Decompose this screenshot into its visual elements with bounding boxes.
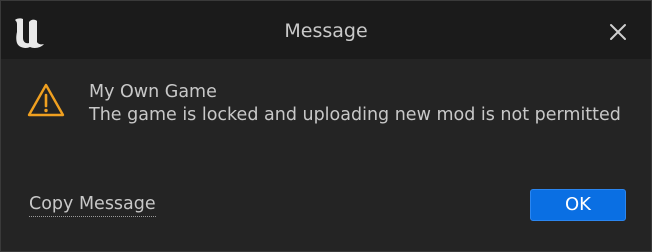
title-bar: Message: [1, 1, 651, 59]
message-text: The game is locked and uploading new mod…: [89, 105, 621, 125]
close-icon: [610, 24, 626, 40]
message-dialog: Message My Own Game The game is locked a…: [0, 0, 652, 252]
warning-icon: [27, 83, 65, 117]
window-title: Message: [284, 20, 368, 42]
copy-message-link[interactable]: Copy Message: [29, 193, 156, 217]
message-heading: My Own Game: [89, 82, 217, 102]
close-button[interactable]: [604, 18, 632, 46]
dialog-content: My Own Game The game is locked and uploa…: [1, 59, 651, 251]
ok-button[interactable]: OK: [530, 189, 626, 221]
